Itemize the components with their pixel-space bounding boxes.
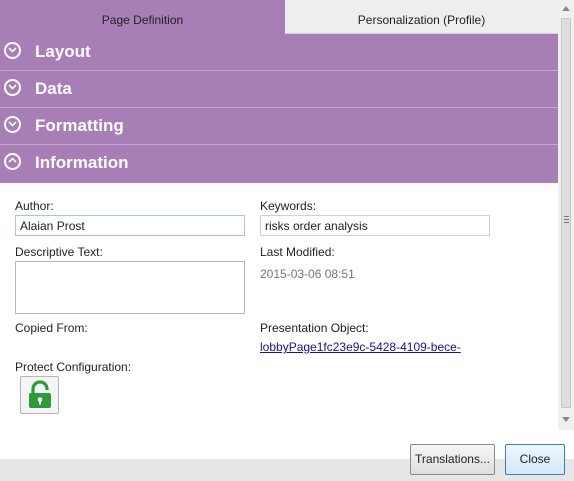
grip-line	[564, 222, 569, 223]
tab-bar: Page Definition Personalization (Profile…	[0, 0, 558, 34]
descriptive-text-label: Descriptive Text:	[15, 245, 103, 259]
tab-personalization-profile[interactable]: Personalization (Profile)	[285, 0, 558, 34]
keywords-field[interactable]	[260, 215, 490, 236]
descriptive-text-field[interactable]	[15, 261, 245, 314]
chevron-down-icon	[4, 42, 21, 59]
section-data[interactable]: Data	[0, 71, 558, 108]
keywords-label: Keywords:	[260, 199, 317, 213]
section-layout[interactable]: Layout	[0, 34, 558, 71]
accordion: Layout Data Formatting Information	[0, 34, 558, 183]
section-formatting-label: Formatting	[35, 116, 124, 135]
copied-from-label: Copied From:	[15, 321, 88, 335]
author-field[interactable]	[15, 215, 245, 236]
section-layout-label: Layout	[35, 42, 91, 61]
tab-page-definition[interactable]: Page Definition	[0, 0, 285, 34]
vertical-scrollbar[interactable]	[558, 0, 574, 430]
presentation-object-link[interactable]: lobbyPage1fc23e9c-5428-4109-bece-	[260, 340, 461, 354]
close-button[interactable]: Close	[505, 444, 565, 475]
chevron-down-icon	[4, 79, 21, 96]
presentation-object-label: Presentation Object:	[260, 321, 369, 335]
chevron-down-icon	[4, 116, 21, 133]
scroll-up-icon[interactable]	[562, 6, 570, 11]
unlocked-padlock-icon	[26, 380, 54, 413]
translations-button[interactable]: Translations...	[410, 444, 495, 475]
protect-configuration-toggle[interactable]	[20, 376, 59, 414]
scroll-down-icon[interactable]	[562, 417, 570, 422]
scrollbar-thumb[interactable]	[561, 18, 571, 408]
section-information-label: Information	[35, 153, 129, 172]
last-modified-value: 2015-03-06 08:51	[260, 267, 355, 281]
last-modified-label: Last Modified:	[260, 245, 335, 259]
section-information[interactable]: Information	[0, 145, 558, 183]
author-label: Author:	[15, 199, 54, 213]
chevron-up-icon	[4, 153, 21, 170]
section-data-label: Data	[35, 79, 72, 98]
grip-line	[564, 219, 569, 220]
dialog-footer: Translations... Close	[0, 430, 574, 481]
grip-line	[564, 216, 569, 217]
section-formatting[interactable]: Formatting	[0, 108, 558, 145]
protect-configuration-label: Protect Configuration:	[15, 360, 132, 374]
